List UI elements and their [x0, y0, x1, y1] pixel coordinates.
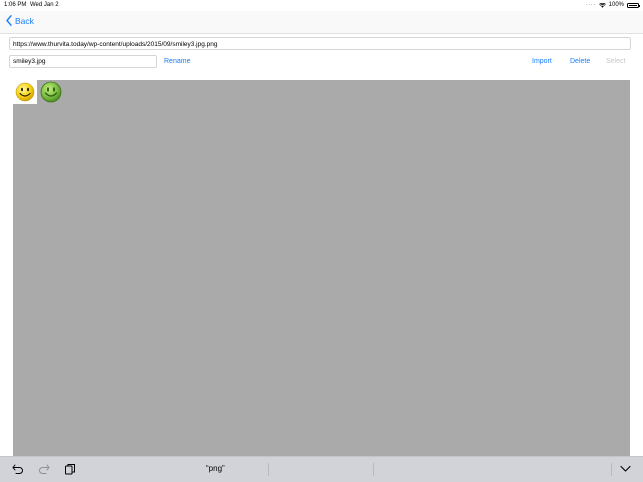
select-button[interactable]: Select	[606, 56, 625, 68]
status-bar: 1:06 PM Wed Jan 2 ···· 100%	[0, 0, 643, 11]
chevron-left-icon	[6, 15, 12, 26]
filename-input[interactable]: smiley3.jpg	[9, 55, 157, 68]
image-grid	[13, 80, 630, 456]
suggestion-divider	[373, 463, 374, 476]
image-thumb-yellow-smiley[interactable]	[13, 80, 37, 104]
suggestion-divider	[268, 463, 269, 476]
undo-icon[interactable]	[12, 463, 24, 475]
signal-icon: ····	[585, 2, 596, 8]
back-button-label: Back	[15, 15, 34, 26]
status-time: 1:06 PM	[4, 2, 27, 8]
redo-icon[interactable]	[38, 463, 50, 475]
url-input[interactable]: https://www.thurvita.today/wp-content/up…	[9, 37, 631, 50]
rename-button[interactable]: Rename	[164, 56, 190, 68]
dismiss-keyboard-icon[interactable]	[620, 465, 631, 473]
battery-icon	[627, 3, 640, 8]
back-button[interactable]: Back	[6, 15, 34, 26]
green-smiley-icon	[40, 81, 62, 103]
yellow-smiley-icon	[15, 82, 35, 102]
status-date: Wed Jan 2	[30, 2, 59, 8]
autocorrect-suggestion[interactable]: “png”	[206, 464, 225, 473]
paste-icon[interactable]	[64, 463, 76, 475]
navigation-bar: Back	[0, 11, 643, 34]
toolbar-divider	[611, 463, 612, 476]
battery-percent: 100%	[608, 2, 624, 8]
status-right: ···· 100%	[585, 0, 640, 11]
keyboard-shortcut-bar: “png”	[0, 456, 643, 482]
wifi-icon	[598, 3, 606, 8]
import-button[interactable]: Import	[532, 56, 552, 68]
image-thumb-green-smiley[interactable]	[39, 80, 63, 104]
delete-button[interactable]: Delete	[570, 56, 590, 68]
